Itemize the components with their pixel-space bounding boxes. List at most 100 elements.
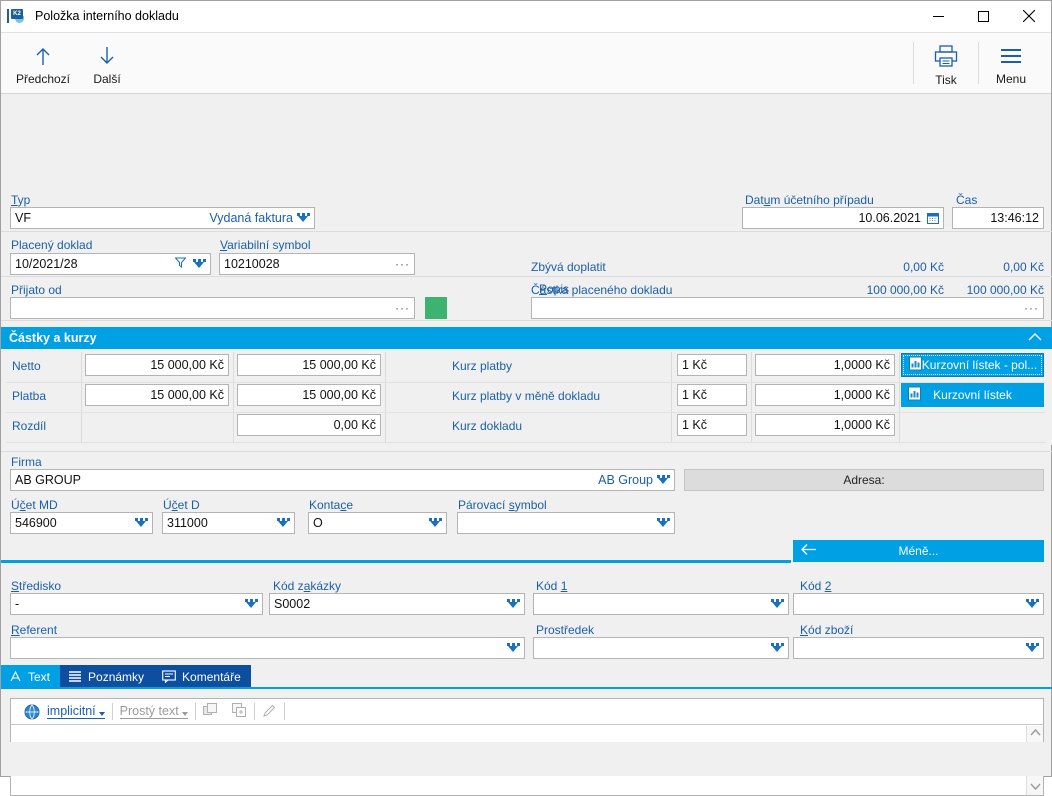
tab-komentare[interactable]: Komentáře: [154, 665, 251, 688]
speech-bubble-icon: [162, 670, 176, 683]
kontace-field[interactable]: O: [308, 512, 447, 534]
kod-zakazky-value: S0002: [274, 597, 507, 611]
chevron-down-icon[interactable]: [771, 598, 784, 610]
kurzovni-listek-button[interactable]: Kurzovní lístek: [901, 383, 1044, 407]
scroll-up-arrow[interactable]: [1030, 729, 1041, 738]
parovaci-symbol-field[interactable]: [457, 512, 675, 534]
popis-field[interactable]: ···: [531, 297, 1044, 319]
kurz-platby-unit-field[interactable]: 1 Kč: [677, 354, 747, 376]
maximize-icon[interactable]: [961, 1, 1006, 32]
amounts-section-header[interactable]: Částky a kurzy: [1, 327, 1052, 349]
chevron-up-icon[interactable]: [1027, 331, 1043, 345]
ucet-d-field[interactable]: 311000: [162, 512, 295, 534]
ellipsis-button[interactable]: ···: [395, 257, 410, 271]
platba-value-1-field[interactable]: 15 000,00 Kč: [85, 384, 229, 406]
kod-2-field[interactable]: [793, 593, 1044, 615]
tab-poznamky[interactable]: Poznámky: [60, 665, 154, 688]
next-button[interactable]: Další: [75, 33, 139, 93]
tab-text[interactable]: Text: [1, 665, 60, 688]
chart-document-icon: [909, 357, 922, 374]
close-icon[interactable]: [1006, 1, 1051, 32]
ucet-md-value: 546900: [15, 516, 135, 530]
minimize-icon[interactable]: [916, 1, 961, 32]
ellipsis-button-2[interactable]: ···: [395, 301, 410, 315]
chevron-down-icon[interactable]: [429, 517, 442, 529]
ucet-d-label: Účet D: [163, 498, 200, 512]
kod-1-field[interactable]: [533, 593, 789, 615]
typ-text: Vydaná faktura: [209, 211, 293, 225]
castka-placeneho-value-2: 100 000,00 Kč: [952, 283, 1044, 297]
copy-button[interactable]: [196, 701, 225, 723]
cas-value: 13:46:12: [957, 211, 1039, 225]
mene-button[interactable]: Méně...: [793, 540, 1044, 562]
platba-value-2-field[interactable]: 15 000,00 Kč: [237, 384, 381, 406]
editor-toolbar: implicitní Prostý text: [11, 699, 1043, 725]
kod-zbozi-field[interactable]: [793, 637, 1044, 659]
window-title: Položka interního dokladu: [35, 9, 916, 23]
kod-zakazky-field[interactable]: S0002: [269, 593, 525, 615]
chevron-down-icon[interactable]: [507, 598, 520, 610]
chevron-down-icon[interactable]: [657, 517, 670, 529]
next-label: Další: [93, 72, 120, 86]
rozdil-value-field[interactable]: 0,00 Kč: [237, 414, 381, 436]
kurzovni-listek-polozka-button[interactable]: Kurzovní lístek - pol...: [901, 353, 1044, 377]
previous-button[interactable]: Předchozí: [11, 33, 75, 93]
kurz-platby-mene-rate-field[interactable]: 1,0000 Kč: [755, 384, 895, 406]
ucet-md-field[interactable]: 546900: [10, 512, 153, 534]
variabilni-symbol-field[interactable]: 10210028 ···: [219, 253, 415, 275]
prostredek-field[interactable]: [533, 637, 789, 659]
chevron-down-icon[interactable]: [245, 598, 258, 610]
kurz-dokladu-rate: 1,0000 Kč: [760, 418, 890, 432]
mene-label: Méně...: [898, 544, 938, 558]
tab-komentare-label: Komentáře: [182, 670, 241, 684]
kurz-platby-rate: 1,0000 Kč: [760, 358, 890, 372]
print-button[interactable]: Tisk: [914, 33, 978, 93]
datum-field[interactable]: 10.06.2021: [742, 207, 944, 229]
kurz-platby-rate-field[interactable]: 1,0000 Kč: [755, 354, 895, 376]
language-selector[interactable]: implicitní: [17, 701, 112, 723]
netto-label: Netto: [12, 359, 41, 373]
chevron-down-icon[interactable]: [277, 517, 290, 529]
firma-field[interactable]: AB GROUP AB Group: [10, 469, 675, 491]
calendar-icon[interactable]: [927, 212, 939, 224]
variabilni-symbol-label: Variabilní symbol: [220, 238, 311, 252]
filter-icon[interactable]: [175, 257, 186, 271]
chevron-down-icon[interactable]: [193, 258, 206, 270]
typ-field[interactable]: VF Vydaná faktura: [10, 207, 315, 229]
prijato-od-field[interactable]: ···: [10, 297, 415, 319]
chevron-down-icon[interactable]: [135, 517, 148, 529]
prostredek-label: Prostředek: [536, 623, 594, 637]
referent-field[interactable]: [10, 637, 525, 659]
placeny-doklad-field[interactable]: 10/2021/28: [10, 253, 211, 275]
kurz-dokladu-unit-field[interactable]: 1 Kč: [677, 414, 747, 436]
stredisko-field[interactable]: -: [10, 593, 263, 615]
chevron-down-icon[interactable]: [771, 642, 784, 654]
netto-value-1-field[interactable]: 15 000,00 Kč: [85, 354, 229, 376]
chevron-down-icon[interactable]: [1026, 598, 1039, 610]
copy-add-button[interactable]: [225, 701, 254, 723]
scroll-down-arrow[interactable]: [1030, 783, 1041, 792]
ellipsis-button-3[interactable]: ···: [1024, 301, 1039, 315]
netto-value-2-field[interactable]: 15 000,00 Kč: [237, 354, 381, 376]
k2-app-icon: K2: [10, 8, 26, 24]
kurz-dokladu-rate-field[interactable]: 1,0000 Kč: [755, 414, 895, 436]
divider-3: [1, 276, 1052, 277]
cas-field[interactable]: 13:46:12: [952, 207, 1044, 229]
arrow-up-icon: [32, 45, 54, 70]
format-selector[interactable]: Prostý text: [113, 701, 195, 723]
divider-1: [1, 231, 523, 232]
chevron-down-icon[interactable]: [1026, 642, 1039, 654]
chevron-down-icon[interactable]: [657, 474, 670, 486]
status-bar: [1, 742, 1051, 776]
amounts-section-title: Částky a kurzy: [9, 331, 97, 345]
globe-icon: [24, 704, 40, 720]
menu-button[interactable]: Menu: [979, 33, 1043, 93]
menu-label: Menu: [996, 72, 1026, 86]
rozdil-label: Rozdíl: [12, 419, 46, 433]
window-controls: [916, 1, 1051, 32]
chevron-down-icon[interactable]: [297, 212, 310, 224]
edit-button[interactable]: [255, 701, 284, 723]
chevron-down-icon[interactable]: [507, 642, 520, 654]
kurz-platby-mene-unit-field[interactable]: 1 Kč: [677, 384, 747, 406]
title-bar: K2 Položka interního dokladu: [1, 1, 1051, 32]
